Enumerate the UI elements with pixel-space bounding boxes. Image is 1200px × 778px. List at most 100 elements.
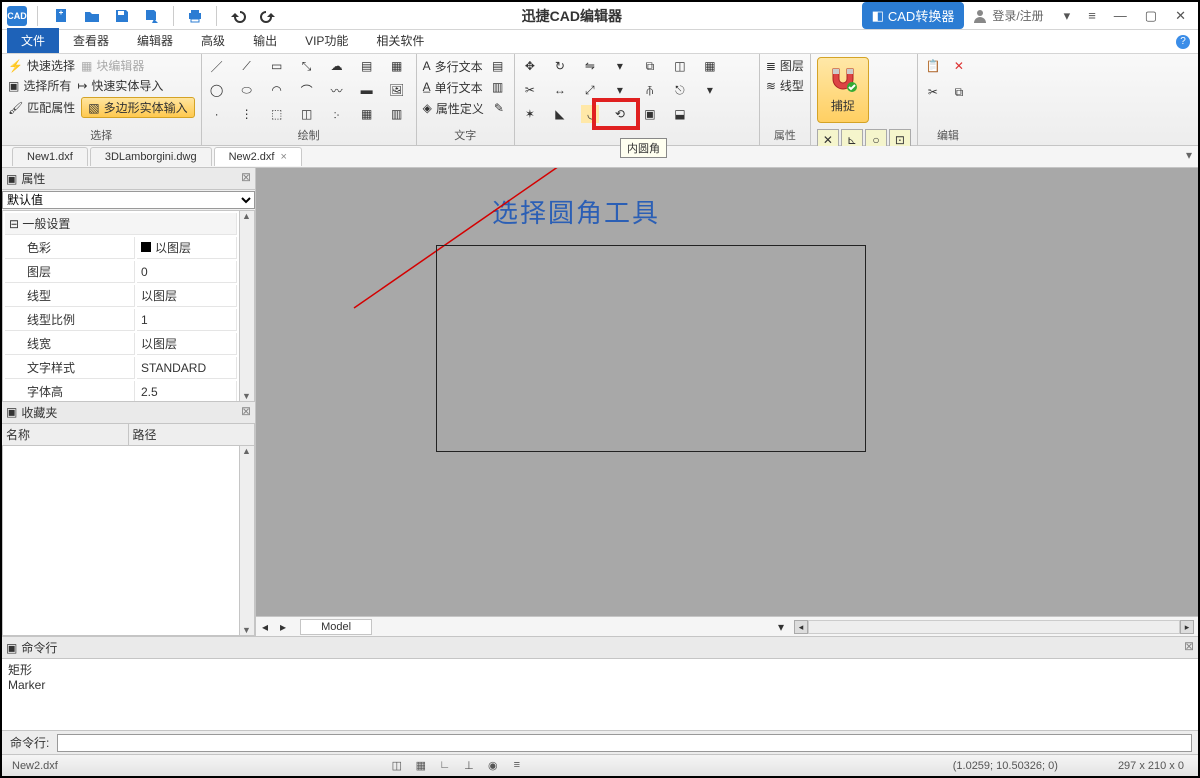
lengthen-dropdown-icon[interactable]: ▾ — [611, 81, 629, 99]
cut-icon[interactable]: ✂ — [924, 83, 942, 101]
hatch-dashed-icon[interactable]: ▤ — [358, 57, 376, 75]
dimension-icon[interactable]: ⤡ — [298, 57, 316, 75]
status-osnap-icon[interactable]: ◉ — [484, 759, 502, 772]
ribbon-tab-related[interactable]: 相关软件 — [362, 28, 438, 53]
redo-icon[interactable] — [259, 7, 277, 25]
circle-icon[interactable]: ◯ — [208, 81, 226, 99]
status-polar-icon[interactable]: ⊥ — [460, 759, 478, 772]
point-icon[interactable]: · — [208, 105, 226, 123]
chamfer-icon[interactable]: ◣ — [551, 105, 569, 123]
rectangle-icon[interactable]: ▭ — [268, 57, 286, 75]
favorites-scrollbar[interactable] — [239, 446, 254, 636]
select-all-button[interactable]: ▣选择所有 — [8, 77, 71, 94]
layer-button[interactable]: ≣图层 — [766, 57, 804, 74]
block-make-icon[interactable]: ▣ — [641, 105, 659, 123]
commandline-input[interactable] — [57, 734, 1192, 752]
line-icon[interactable]: ／ — [208, 57, 226, 75]
window-close-icon[interactable]: ✕ — [1175, 8, 1186, 24]
print-icon[interactable] — [186, 7, 204, 25]
status-lineweight-icon[interactable]: ≡ — [508, 759, 526, 772]
mtext-button[interactable]: A多行文本 — [423, 58, 483, 75]
block-insert-icon[interactable]: ⬓ — [671, 105, 689, 123]
close-tab-icon[interactable]: × — [280, 151, 286, 163]
new-file-icon[interactable] — [53, 7, 71, 25]
insert-table-icon[interactable]: ▥ — [388, 105, 406, 123]
saveas-icon[interactable] — [143, 7, 161, 25]
align-dropdown-icon[interactable]: ▾ — [701, 81, 719, 99]
scroll-left-icon[interactable]: ◂ — [794, 620, 808, 634]
text-format-2-icon[interactable]: ▥ — [489, 78, 507, 96]
panel-close-icon[interactable]: ⊠ — [1184, 639, 1194, 653]
properties-filter-select[interactable]: 默认值 — [2, 191, 255, 209]
move-icon[interactable]: ✥ — [521, 57, 539, 75]
undo-icon[interactable] — [229, 7, 247, 25]
open-folder-icon[interactable] — [83, 7, 101, 25]
document-tab[interactable]: New2.dxf× — [214, 147, 302, 166]
status-ortho-icon[interactable]: ∟ — [436, 759, 454, 772]
rotate-icon[interactable]: ↻ — [551, 57, 569, 75]
help-icon[interactable]: ? — [1176, 35, 1190, 49]
spline-icon[interactable]: 〰 — [328, 81, 346, 99]
ribbon-tab-file[interactable]: 文件 — [7, 28, 59, 53]
copy-icon[interactable]: ⧉ — [950, 83, 968, 101]
image-icon[interactable]: 🖼 — [388, 81, 406, 99]
stretch-icon[interactable]: ⤢ — [581, 81, 599, 99]
hatch-icon[interactable]: ▦ — [388, 57, 406, 75]
polyline-icon[interactable]: ⟋ — [238, 57, 256, 75]
window-maximize-icon[interactable]: ▢ — [1145, 8, 1157, 24]
ribbon-tab-vip[interactable]: VIP功能 — [291, 28, 362, 53]
match-props-button[interactable]: 🖌匹配属性 — [8, 99, 75, 116]
document-tab[interactable]: New1.dxf — [12, 147, 88, 166]
delete-icon[interactable]: ✕ — [950, 57, 968, 75]
drawing-canvas[interactable]: 选择圆角工具 — [256, 168, 1198, 616]
model-tabs-next-icon[interactable]: ▸ — [274, 620, 292, 634]
break-icon[interactable]: ⎋ — [671, 81, 689, 99]
revision-cloud-icon[interactable]: ☁ — [328, 57, 346, 75]
callout-icon[interactable]: ◫ — [298, 105, 316, 123]
copy-array-icon[interactable]: ⧉ — [641, 57, 659, 75]
document-tab[interactable]: 3DLamborgini.dwg — [90, 147, 212, 166]
panel-close-icon[interactable]: ⊠ — [241, 404, 251, 418]
extend-icon[interactable]: ↔ — [551, 81, 569, 99]
favorites-col-name[interactable]: 名称 — [2, 424, 129, 445]
explode-icon[interactable]: ✶ — [521, 105, 539, 123]
dashed-box-icon[interactable]: ⬚ — [268, 105, 286, 123]
capture-big-button[interactable]: 捕捉 — [817, 57, 869, 123]
save-icon[interactable] — [113, 7, 131, 25]
array-icon[interactable]: ▦ — [701, 57, 719, 75]
stext-button[interactable]: A̲单行文本 — [423, 79, 483, 96]
offset-icon[interactable]: ◫ — [671, 57, 689, 75]
model-tabs-overflow-icon[interactable]: ▾ — [772, 620, 790, 634]
favorites-col-path[interactable]: 路径 — [129, 424, 256, 445]
ribbon-tab-advanced[interactable]: 高级 — [187, 28, 239, 53]
fast-import-button[interactable]: ↦快速实体导入 — [77, 77, 163, 94]
scroll-right-icon[interactable]: ▸ — [1180, 620, 1194, 634]
divide-icon[interactable]: ⋮ — [238, 105, 256, 123]
mirror-icon[interactable]: ⇋ — [581, 57, 599, 75]
section-general[interactable]: ⊟ 一般设置 — [5, 213, 237, 235]
trace-icon[interactable]: ჻ — [328, 105, 346, 123]
paste-icon[interactable]: 📋 — [924, 57, 942, 75]
linetype-button[interactable]: ≋线型 — [766, 77, 804, 94]
window-dropdown-icon[interactable]: ▾ — [1064, 8, 1071, 24]
table-icon[interactable]: ▦ — [358, 105, 376, 123]
login-button[interactable]: 登录/注册 — [972, 7, 1043, 24]
edit-text-icon[interactable]: ✎ — [490, 99, 508, 117]
horizontal-scrollbar[interactable]: ◂ ▸ — [794, 620, 1194, 634]
ribbon-tab-viewer[interactable]: 查看器 — [59, 28, 123, 53]
quick-select-button[interactable]: ⚡快速选择 — [8, 57, 75, 74]
trim-icon[interactable]: ✂ — [521, 81, 539, 99]
polygon-entity-button[interactable]: ▧多边形实体输入 — [81, 97, 194, 118]
ribbon-tab-editor[interactable]: 编辑器 — [123, 28, 187, 53]
model-tab[interactable]: Model — [300, 619, 372, 635]
panel-close-icon[interactable]: ⊠ — [241, 170, 251, 184]
status-snap-icon[interactable]: ◫ — [388, 759, 406, 772]
cad-converter-button[interactable]: ◧ CAD转换器 — [862, 2, 965, 29]
ribbon-tab-output[interactable]: 输出 — [239, 28, 291, 53]
model-tabs-prev-icon[interactable]: ◂ — [256, 620, 274, 634]
ellipse-icon[interactable]: ⬭ — [238, 81, 256, 99]
status-grid-icon[interactable]: ▦ — [412, 759, 430, 772]
join-icon[interactable]: ⫚ — [641, 81, 659, 99]
arc-ellipse-icon[interactable]: ◠ — [268, 81, 286, 99]
window-menu-icon[interactable]: ≡ — [1088, 8, 1096, 24]
